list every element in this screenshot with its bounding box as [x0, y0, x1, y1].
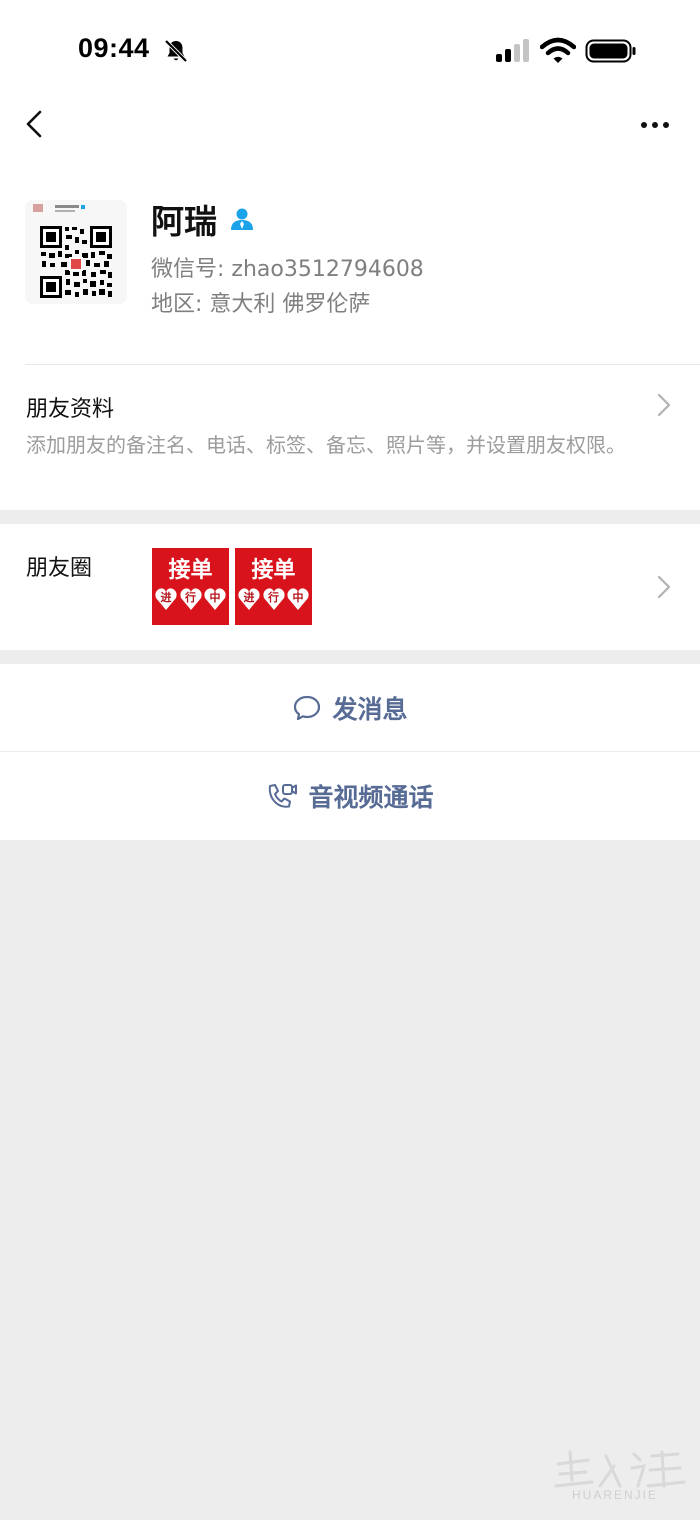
moments-thumbnail: 接单 进 行 中	[152, 548, 229, 625]
send-message-label: 发消息	[332, 695, 408, 724]
chevron-right-icon	[657, 393, 671, 417]
video-call-button[interactable]: 音视频通话	[0, 752, 700, 840]
phone-video-icon	[269, 784, 298, 808]
status-bar: 09:44	[0, 0, 700, 100]
profile-name-row: 阿瑞	[151, 196, 255, 242]
person-badge-icon	[231, 208, 253, 230]
back-icon[interactable]	[18, 106, 54, 142]
heart-icon: 行	[262, 586, 286, 612]
divider	[25, 364, 700, 365]
friend-info-title: 朋友资料	[26, 397, 115, 422]
heart-icon: 行	[179, 586, 203, 612]
battery-icon	[585, 39, 636, 63]
profile-name: 阿瑞	[151, 202, 217, 241]
thumbnail-title: 接单	[251, 558, 296, 583]
heart-text: 进	[243, 591, 255, 604]
thumbnail-hearts: 进 行 中	[154, 586, 227, 614]
heart-text: 进	[160, 591, 172, 604]
region: 地区: 意大利 佛罗伦萨	[151, 292, 371, 317]
send-message-button[interactable]: 发消息	[0, 664, 700, 752]
qr-code-avatar-image	[25, 200, 127, 304]
moments-thumbnail: 接单 进 行 中	[235, 548, 312, 625]
chevron-right-icon	[657, 575, 671, 599]
chat-bubble-icon	[294, 695, 321, 721]
heart-text: 中	[292, 591, 304, 604]
friend-info-description: 添加朋友的备注名、电话、标签、备忘、照片等，并设置朋友权限。	[26, 433, 626, 457]
heart-icon: 中	[203, 586, 227, 612]
watermark-text: HUARENJIE	[572, 1488, 659, 1502]
heart-text: 行	[268, 591, 279, 604]
heart-icon: 中	[286, 586, 310, 612]
moments-label: 朋友圈	[26, 556, 93, 581]
moments-row[interactable]: 朋友圈 接单 进 行 中 接单 进 行 中	[0, 524, 700, 650]
heart-text: 行	[185, 591, 196, 604]
thumbnail-title: 接单	[168, 558, 213, 583]
cellular-signal-icon	[496, 39, 529, 62]
wechat-id: 微信号: zhao3512794608	[151, 257, 424, 282]
thumbnail-hearts: 进 行 中	[237, 586, 310, 614]
heart-text: 中	[209, 591, 221, 604]
heart-icon: 进	[237, 586, 261, 612]
muted-bell-icon	[164, 39, 188, 63]
heart-icon: 进	[154, 586, 178, 612]
wifi-icon	[540, 37, 576, 63]
more-options-icon[interactable]	[632, 110, 678, 140]
status-time: 09:44	[78, 33, 150, 63]
video-call-label: 音视频通话	[308, 783, 434, 812]
avatar[interactable]	[25, 200, 127, 304]
